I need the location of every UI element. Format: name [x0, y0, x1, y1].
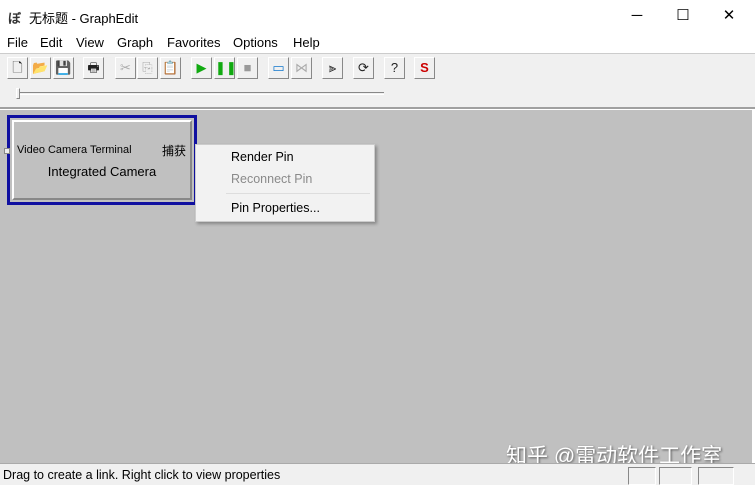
print-button[interactable]: 🖶 — [83, 57, 104, 79]
menu-edit[interactable]: Edit — [40, 35, 62, 50]
cut-button[interactable]: ✂ — [115, 57, 136, 79]
close-button[interactable]: ✕ — [706, 0, 752, 32]
graphedit-button[interactable]: ⫸ — [322, 57, 343, 79]
s-icon: S — [420, 60, 429, 75]
help-button[interactable]: ? — [384, 57, 405, 79]
seek-track[interactable] — [17, 92, 384, 95]
menu-render-pin[interactable]: Render Pin — [231, 150, 294, 164]
menu-pin-properties[interactable]: Pin Properties... — [231, 201, 320, 215]
status-panel — [628, 467, 656, 485]
refresh-icon: ⟳ — [358, 60, 369, 75]
save-icon: 💾 — [55, 60, 72, 75]
s-button[interactable]: S — [414, 57, 435, 79]
cut-icon: ✂ — [120, 60, 131, 75]
stop-button[interactable]: ■ — [237, 57, 258, 79]
disconnect-button[interactable]: ⋈ — [291, 57, 312, 79]
play-button[interactable]: ▶ — [191, 57, 212, 79]
seek-bar — [0, 82, 755, 109]
toolbar: 🗋 📂 💾 🖶 ✂ ⎘ 📋 ▶ ❚❚ ■ ▭ ⋈ ⫸ ⟳? S — [0, 53, 755, 82]
filter-integrated-camera[interactable]: Video Camera Terminal 捕获 Integrated Came… — [4, 115, 197, 205]
stop-icon: ■ — [243, 60, 252, 75]
print-icon: 🖶 — [87, 60, 100, 75]
title-bar: ぼ 无标题 - GraphEdit ─ ☐ ✕ — [0, 0, 755, 32]
pause-button[interactable]: ❚❚ — [214, 57, 237, 79]
disconnect-icon: ⋈ — [295, 60, 308, 75]
paste-button[interactable]: 📋 — [160, 57, 181, 79]
status-panel — [659, 467, 692, 485]
new-icon: 🗋 — [12, 60, 23, 75]
output-pin-label[interactable]: 捕获 — [162, 142, 186, 159]
connect-button[interactable]: ▭ — [268, 57, 289, 79]
graph-canvas[interactable]: Video Camera Terminal 捕获 Integrated Came… — [0, 110, 752, 468]
input-pin-handle[interactable] — [4, 148, 10, 154]
menu-separator — [226, 193, 370, 194]
menu-help[interactable]: Help — [293, 35, 320, 50]
open-icon: 📂 — [32, 60, 49, 75]
menu-reconnect-pin: Reconnect Pin — [231, 172, 313, 186]
save-button[interactable]: 💾 — [53, 57, 74, 79]
menu-options[interactable]: Options — [233, 35, 278, 50]
input-pin-label[interactable]: Video Camera Terminal — [17, 144, 132, 156]
filter-body: Video Camera Terminal 捕获 Integrated Came… — [4, 120, 192, 200]
refresh-button[interactable]: ⟳ — [353, 57, 374, 79]
graphedit-icon: ⫸ — [328, 60, 337, 75]
menu-bar: File Edit View Graph Favorites Options H… — [0, 32, 755, 52]
menu-view[interactable]: View — [76, 35, 104, 50]
status-panel — [698, 467, 734, 485]
copy-icon: ⎘ — [142, 60, 153, 75]
menu-file[interactable]: File — [7, 35, 28, 50]
graphedit-app-icon: ぼ — [8, 11, 22, 26]
play-icon: ▶ — [196, 60, 207, 75]
paste-icon: 📋 — [162, 60, 179, 75]
status-text: Drag to create a link. Right click to vi… — [3, 468, 281, 482]
pin-context-menu: Render Pin Reconnect Pin Pin Properties.… — [195, 144, 375, 222]
minimize-button[interactable]: ─ — [614, 0, 660, 32]
filter-name: Integrated Camera — [47, 164, 157, 179]
open-button[interactable]: 📂 — [30, 57, 51, 79]
help-icon: ? — [390, 60, 399, 75]
maximize-button[interactable]: ☐ — [660, 0, 706, 32]
new-button[interactable]: 🗋 — [7, 57, 28, 79]
copy-button[interactable]: ⎘ — [137, 57, 158, 79]
menu-graph[interactable]: Graph — [117, 35, 153, 50]
seek-thumb[interactable] — [16, 88, 20, 99]
connect-icon: ▭ — [272, 60, 285, 75]
window-title: 无标题 - GraphEdit — [29, 11, 139, 26]
pause-icon: ❚❚ — [215, 60, 237, 75]
status-bar: Drag to create a link. Right click to vi… — [0, 463, 755, 485]
menu-favorites[interactable]: Favorites — [167, 35, 220, 50]
